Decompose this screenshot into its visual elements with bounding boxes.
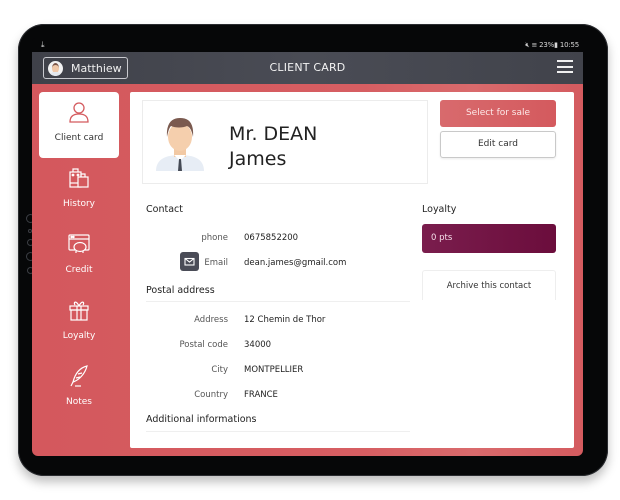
sidebar-item-notes[interactable]: Notes	[39, 356, 119, 422]
gift-icon	[69, 301, 89, 321]
download-icon: ⤓	[41, 40, 45, 49]
address-label: Address	[194, 315, 228, 325]
loyalty-heading: Loyalty	[422, 204, 457, 215]
client-avatar	[156, 118, 204, 171]
status-bar: ⤓ 🔇︎ ≡ 23%▮ 10:55	[32, 38, 583, 52]
sidebar-item-client-card[interactable]: Client card	[39, 92, 119, 158]
client-title-lastname: Mr. DEAN	[229, 123, 318, 145]
sidebar-item-label: Notes	[66, 397, 92, 407]
archive-contact-button[interactable]: Archive this contact	[422, 270, 556, 300]
postal-address-heading: Postal address	[146, 285, 215, 296]
phone-value[interactable]: 0675852200	[244, 233, 298, 243]
client-profile-card: Mr. DEAN James	[142, 100, 428, 184]
app-body: Client card History Credit Loyalty Notes…	[32, 84, 583, 456]
postal-code-label: Postal code	[179, 340, 228, 350]
country-value: FRANCE	[244, 390, 278, 400]
hamburger-menu-icon[interactable]	[557, 60, 573, 73]
page-title: CLIENT CARD	[269, 61, 346, 74]
select-for-sale-button[interactable]: Select for sale	[440, 100, 556, 127]
app-header: Matthiew CLIENT CARD	[32, 52, 583, 84]
user-icon	[69, 102, 89, 123]
tablet-screen: ⤓ 🔇︎ ≡ 23%▮ 10:55 Matthiew CLIENT CARD C…	[32, 38, 583, 456]
postal-code-value: 34000	[244, 340, 272, 350]
loyalty-points-card[interactable]: 0 pts	[422, 224, 556, 253]
city-label: City	[211, 365, 228, 375]
email-label: Email	[204, 258, 228, 268]
battery-icon: ▮	[554, 41, 558, 49]
sidebar-item-history[interactable]: History	[39, 158, 119, 224]
additional-info-heading: Additional informations	[146, 414, 257, 425]
section-divider	[146, 301, 410, 302]
signal-icon: ≡	[531, 41, 538, 49]
mute-icon: 🔇︎	[525, 41, 530, 49]
sidebar-item-loyalty[interactable]: Loyalty	[39, 290, 119, 356]
sidebar-item-label: Credit	[65, 265, 93, 275]
sidebar-item-credit[interactable]: Credit	[39, 224, 119, 290]
battery-percent: 23%	[539, 41, 555, 49]
client-card-panel: Mr. DEAN James Select for sale Edit card…	[130, 92, 574, 448]
sidebar-item-label: Client card	[54, 133, 104, 143]
country-label: Country	[194, 390, 228, 400]
contact-heading: Contact	[146, 204, 183, 215]
piggy-bank-window-icon	[68, 234, 90, 253]
city-value: MONTPELLIER	[244, 365, 304, 375]
status-indicators: 🔇︎ ≡ 23%▮ 10:55	[525, 41, 579, 50]
address-value: 12 Chemin de Thor	[244, 315, 326, 325]
sidebar-item-label: Loyalty	[62, 331, 96, 341]
quill-icon	[70, 365, 88, 387]
email-value[interactable]: dean.james@gmail.com	[244, 258, 346, 268]
sidebar-item-label: History	[62, 199, 96, 209]
phone-label: phone	[201, 233, 228, 243]
section-divider	[146, 431, 410, 432]
client-firstname: James	[229, 148, 287, 170]
shopping-bags-icon	[69, 168, 89, 188]
loyalty-points-value: 0 pts	[431, 233, 453, 243]
edit-card-button[interactable]: Edit card	[440, 131, 556, 158]
clock: 10:55	[559, 41, 579, 49]
